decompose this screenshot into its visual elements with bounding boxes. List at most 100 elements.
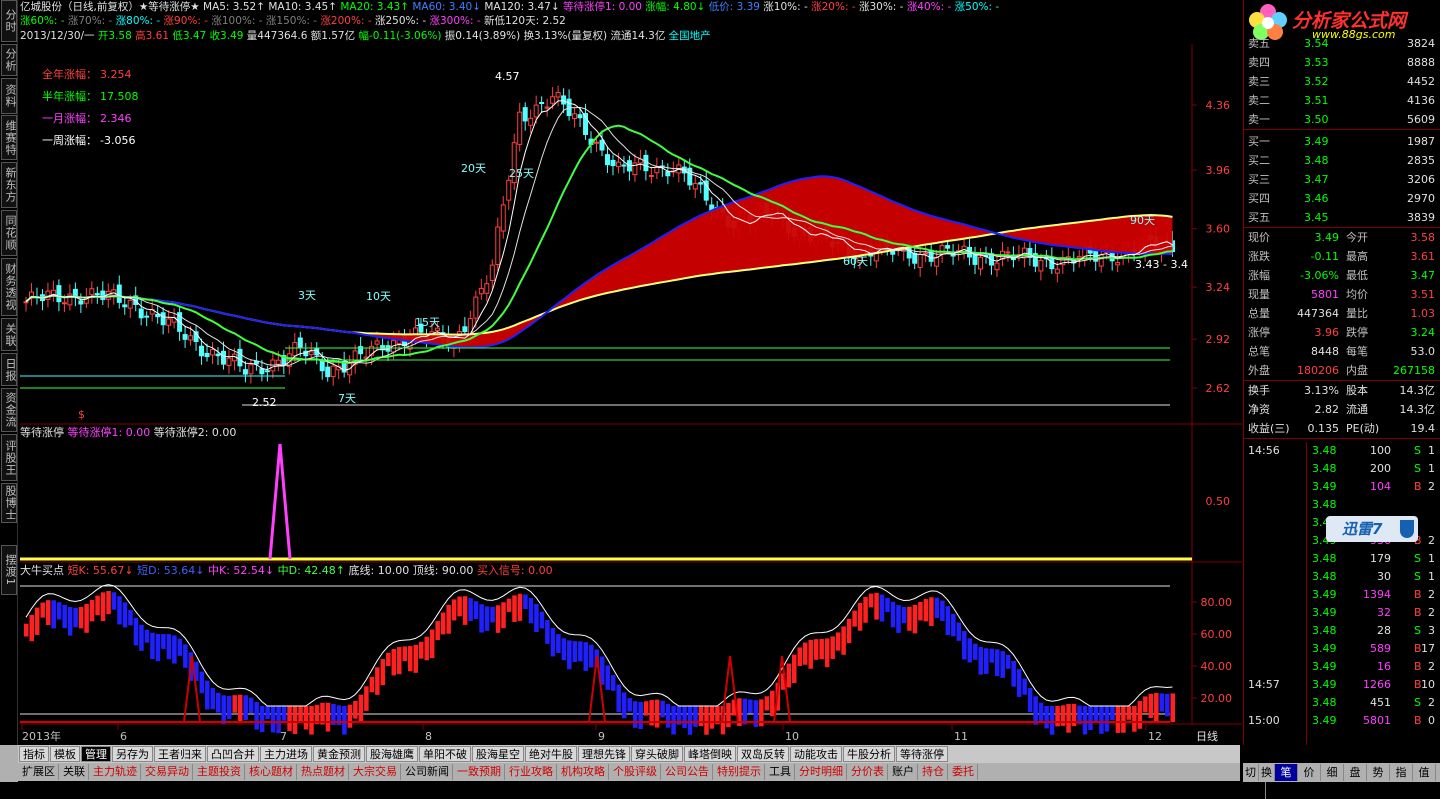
quote-row: 总笔 8448 每笔 53.0 xyxy=(1246,342,1439,361)
extension-tab[interactable]: 机构攻略 xyxy=(558,764,609,780)
toolbar-button[interactable]: 管理 xyxy=(81,746,111,762)
right-tab[interactable]: 指 xyxy=(1390,764,1413,781)
toolbar-button[interactable]: 另存为 xyxy=(112,746,153,762)
extension-tab[interactable]: 账户 xyxy=(889,764,918,780)
extension-tab[interactable]: 核心题材 xyxy=(246,764,297,780)
main-chart[interactable]: 4.363.963.603.242.922.62全年涨幅： 3.254半年涨幅： 1… xyxy=(20,44,1242,744)
left-tab[interactable]: 关联 xyxy=(1,318,17,351)
extension-tab[interactable]: 行业攻略 xyxy=(506,764,557,780)
extension-tab[interactable]: 热点题材 xyxy=(298,764,349,780)
candle-body xyxy=(462,326,468,333)
extension-tab[interactable]: 一致预期 xyxy=(454,764,505,780)
left-tab[interactable]: 资料 xyxy=(1,78,17,114)
left-tab[interactable]: 分析 xyxy=(1,44,17,76)
left-tab[interactable]: 同花顺 xyxy=(1,210,17,256)
kd-bar xyxy=(989,648,994,663)
sell-price: 3.53 xyxy=(1304,56,1329,69)
right-tab[interactable]: 筹 xyxy=(1243,782,1266,799)
right-tab[interactable]: 值 xyxy=(1413,764,1436,781)
extension-tab[interactable]: 持仓 xyxy=(919,764,948,780)
stat-label: 每笔 xyxy=(1346,345,1368,358)
candle-body xyxy=(621,164,627,167)
kd-bar xyxy=(654,699,660,728)
price-axis-label: 3.60 xyxy=(1206,223,1231,236)
kd-bar xyxy=(309,706,314,735)
header-item: 涨20%: - xyxy=(811,1,859,13)
tick-price: 3.48 xyxy=(1312,570,1337,583)
extension-tab[interactable]: 分价表 xyxy=(848,764,888,780)
toolbar-button[interactable]: 黄金预测 xyxy=(313,746,365,762)
right-tab[interactable]: 价 xyxy=(1298,764,1321,781)
extension-tab[interactable]: 主题投资 xyxy=(194,764,245,780)
left-tab[interactable]: 维赛特 xyxy=(1,115,17,160)
extension-tab[interactable]: 工具 xyxy=(766,764,795,780)
right-tab[interactable]: 势 xyxy=(1367,764,1390,781)
header-item: 高3.61 xyxy=(135,30,173,42)
sell-volume: 4452 xyxy=(1407,75,1435,88)
toolbar-button[interactable]: 理想先锋 xyxy=(578,746,630,762)
day-label: 3天 xyxy=(298,289,316,302)
day-label: 90天 xyxy=(1130,214,1155,227)
toolbar-button[interactable]: 穿头破脚 xyxy=(631,746,683,762)
toolbar-button[interactable]: 峰塔倒映 xyxy=(684,746,736,762)
extension-tab[interactable]: 大宗交易 xyxy=(350,764,401,780)
candle-body xyxy=(615,161,621,168)
extension-tab[interactable]: 关联 xyxy=(60,764,89,780)
left-tab[interactable]: 分时 xyxy=(1,0,17,42)
right-tab[interactable]: 笔 xyxy=(1275,764,1298,781)
toolbar-button[interactable]: 牛股分析 xyxy=(843,746,895,762)
toolbar-button[interactable]: 主力进场 xyxy=(260,746,312,762)
extension-tab[interactable]: 个股评级 xyxy=(610,764,661,780)
left-tab[interactable]: 摆渡1 xyxy=(1,545,17,595)
period-stat-value: 2.346 xyxy=(100,112,132,125)
sub2-axis-label: 20.00 xyxy=(1201,692,1233,705)
toolbar-button[interactable]: 王者归来 xyxy=(154,746,206,762)
toolbar-button[interactable]: 动能攻击 xyxy=(790,746,842,762)
toolbar-button[interactable]: 股海雄鹰 xyxy=(366,746,418,762)
header-item: 涨40%: - xyxy=(906,1,955,13)
toolbar-button[interactable]: 股海星空 xyxy=(472,746,524,762)
kd-bar xyxy=(226,695,232,719)
candle-body xyxy=(23,301,29,304)
extension-tab[interactable]: 委托 xyxy=(949,764,978,780)
candle-body xyxy=(610,159,616,167)
right-tab[interactable]: 细 xyxy=(1321,764,1344,781)
kd-bar xyxy=(232,695,237,713)
toolbar-button[interactable]: 凸凹合并 xyxy=(207,746,259,762)
toolbar-button[interactable]: 等待涨停 xyxy=(896,746,948,762)
toolbar-button[interactable]: 模板 xyxy=(50,746,80,762)
kd-bar xyxy=(265,706,270,720)
left-tab[interactable]: 财务透视 xyxy=(1,258,17,316)
extension-tab[interactable]: 交易异动 xyxy=(142,764,193,780)
day-label: 60天 xyxy=(843,255,868,268)
left-tab[interactable]: 评股王 xyxy=(1,434,17,481)
left-tab[interactable]: 资金流 xyxy=(1,388,17,432)
extension-tab[interactable]: 扩展区 xyxy=(19,764,59,780)
extension-tab[interactable]: 特别提示 xyxy=(714,764,765,780)
toolbar-button[interactable]: 单阳不破 xyxy=(419,746,471,762)
extension-tab[interactable]: 分时明细 xyxy=(796,764,847,780)
quote-row: 3.48 200 S 1 xyxy=(1246,460,1439,478)
xunlei-widget[interactable]: 迅雷7 xyxy=(1326,516,1418,542)
right-tab[interactable]: 切 xyxy=(1243,764,1259,781)
day-label: 20天 xyxy=(461,162,486,175)
right-tab[interactable]: 换 xyxy=(1259,764,1275,781)
right-tab[interactable]: 盘 xyxy=(1344,764,1367,781)
tick-volume: 589 xyxy=(1370,642,1391,655)
extension-tab[interactable]: 公司新闻 xyxy=(402,764,453,780)
extension-tab[interactable]: 公司公告 xyxy=(662,764,713,780)
left-tab[interactable]: 日报 xyxy=(1,353,17,386)
left-tab[interactable]: 新东方 xyxy=(1,162,17,208)
quote-row: 净资 2.82 流通 14.3亿 xyxy=(1246,400,1439,419)
sell-price: 3.51 xyxy=(1304,94,1329,107)
candle-body xyxy=(45,290,51,300)
toolbar-button[interactable]: 双岛反转 xyxy=(737,746,789,762)
toolbar-button[interactable]: 指标 xyxy=(19,746,49,762)
toolbar-button[interactable]: 绝对牛股 xyxy=(525,746,577,762)
header-item: 换3.13%(量复权) xyxy=(523,30,611,42)
divider xyxy=(1244,129,1440,130)
left-tab[interactable]: 股博士 xyxy=(1,483,17,523)
kd-bar xyxy=(1143,696,1148,713)
k-line xyxy=(25,584,1173,707)
extension-tab[interactable]: 主力轨迹 xyxy=(90,764,141,780)
